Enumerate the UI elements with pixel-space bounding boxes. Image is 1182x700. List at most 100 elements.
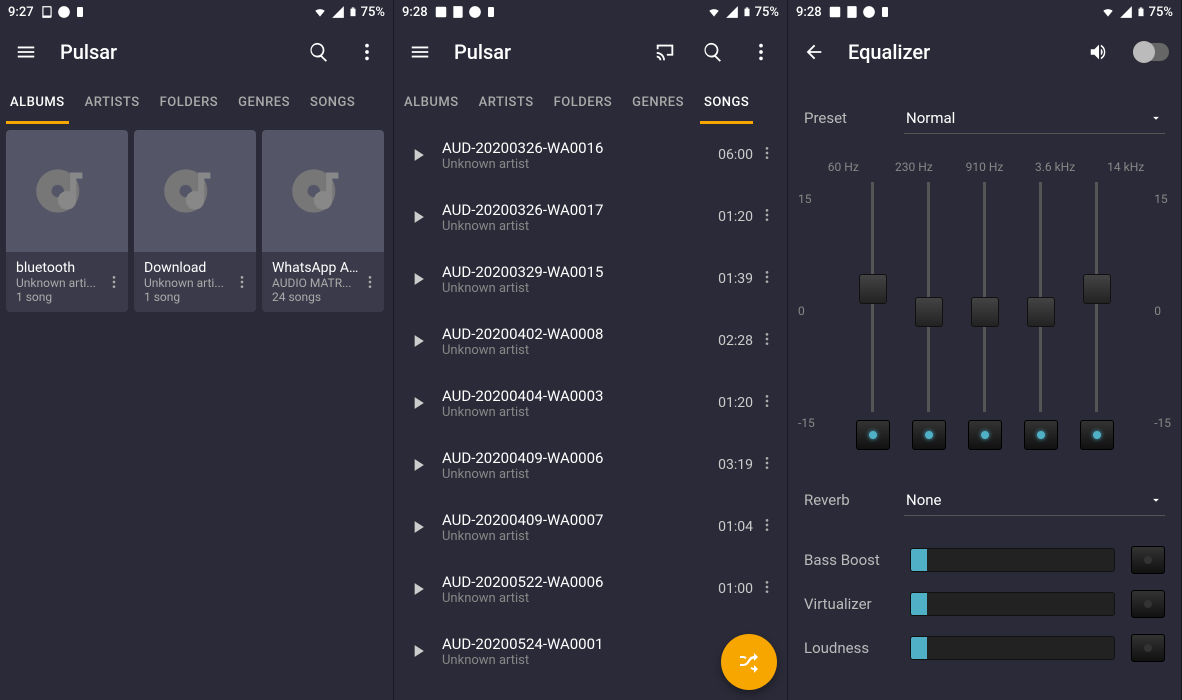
menu-button[interactable] [406, 38, 434, 66]
status-notif-icons [434, 5, 497, 19]
wifi-icon [1100, 5, 1116, 19]
eq-band-indicator[interactable] [912, 420, 946, 450]
song-row[interactable]: AUD-20200326-WA0017 Unknown artist 01:20 [394, 186, 787, 248]
album-more-button[interactable] [362, 260, 378, 304]
eq-slider[interactable] [1095, 182, 1098, 412]
eq-band [856, 182, 890, 466]
loudness-toggle[interactable] [1131, 634, 1165, 662]
chevron-down-icon [1149, 493, 1163, 507]
image-icon [828, 5, 842, 19]
album-artist: AUDIO MATR... [272, 276, 362, 290]
tab-songs[interactable]: SONGS [300, 80, 365, 124]
eq-band-indicator[interactable] [856, 420, 890, 450]
bass-boost-toggle[interactable] [1131, 546, 1165, 574]
song-more-button[interactable] [757, 145, 777, 165]
tab-bar: ALBUMS ARTISTS FOLDERS GENRES SONGS [0, 80, 393, 124]
song-more-button[interactable] [757, 269, 777, 289]
eq-slider-thumb[interactable] [859, 274, 887, 304]
menu-button[interactable] [12, 38, 40, 66]
tab-albums[interactable]: ALBUMS [394, 80, 469, 124]
song-more-button[interactable] [757, 393, 777, 413]
app-bar: Equalizer [788, 24, 1181, 80]
song-row[interactable]: AUD-20200522-WA0006 Unknown artist 01:00 [394, 558, 787, 620]
album-art [134, 130, 256, 252]
song-row[interactable]: AUD-20200329-WA0015 Unknown artist 01:39 [394, 248, 787, 310]
song-more-button[interactable] [757, 579, 777, 599]
scale-left: 150-15 [798, 182, 815, 466]
song-row[interactable]: AUD-20200404-WA0003 Unknown artist 01:20 [394, 372, 787, 434]
eq-band-indicator[interactable] [1080, 420, 1114, 450]
eq-slider[interactable] [927, 182, 930, 412]
songs-content: AUD-20200326-WA0016 Unknown artist 06:00… [394, 124, 787, 700]
albums-content: bluetooth Unknown arti... 1 song Downloa… [0, 124, 393, 700]
song-more-button[interactable] [757, 331, 777, 351]
album-count: 24 songs [272, 290, 362, 304]
preset-value: Normal [906, 109, 955, 127]
tab-artists[interactable]: ARTISTS [469, 80, 544, 124]
song-artist: Unknown artist [442, 591, 718, 606]
status-time: 9:27 [8, 5, 34, 20]
book-icon [40, 5, 54, 19]
volume-button[interactable] [1085, 38, 1113, 66]
album-card[interactable]: WhatsApp Audio AUDIO MATR... 24 songs [262, 130, 384, 312]
virtualizer-slider[interactable] [910, 592, 1115, 616]
song-row[interactable]: AUD-20200409-WA0007 Unknown artist 01:04 [394, 496, 787, 558]
song-row[interactable]: AUD-20200402-WA0008 Unknown artist 02:28 [394, 310, 787, 372]
song-more-button[interactable] [757, 455, 777, 475]
song-duration: 03:19 [718, 457, 757, 473]
album-count: 1 song [144, 290, 224, 304]
eq-slider-thumb[interactable] [1083, 274, 1111, 304]
search-button[interactable] [699, 38, 727, 66]
band-labels: 60 Hz230 Hz910 Hz3.6 kHz14 kHz [788, 160, 1181, 174]
album-name: bluetooth [16, 260, 96, 276]
eq-band-indicator[interactable] [1024, 420, 1058, 450]
shuffle-icon [737, 650, 761, 674]
eq-band-indicator[interactable] [968, 420, 1002, 450]
song-more-button[interactable] [757, 207, 777, 227]
cast-button[interactable] [651, 38, 679, 66]
tab-albums[interactable]: ALBUMS [0, 80, 75, 124]
eq-slider[interactable] [871, 182, 874, 412]
song-title: AUD-20200409-WA0006 [442, 449, 718, 467]
shuffle-fab[interactable] [721, 634, 777, 690]
song-more-button[interactable] [757, 517, 777, 537]
eq-band [912, 182, 946, 466]
more-button[interactable] [353, 38, 381, 66]
tab-genres[interactable]: GENRES [228, 80, 300, 124]
eq-slider-thumb[interactable] [1027, 297, 1055, 327]
song-artist: Unknown artist [442, 467, 718, 482]
wifi-icon [706, 5, 722, 19]
eq-slider-thumb[interactable] [915, 297, 943, 327]
song-duration: 01:04 [718, 519, 757, 535]
album-card[interactable]: Download Unknown arti... 1 song [134, 130, 256, 312]
tab-songs[interactable]: SONGS [694, 80, 759, 124]
eq-toggle[interactable] [1133, 43, 1169, 61]
song-duration: 01:39 [718, 271, 757, 287]
eq-slider[interactable] [983, 182, 986, 412]
tab-genres[interactable]: GENRES [622, 80, 694, 124]
eq-slider[interactable] [1039, 182, 1042, 412]
back-button[interactable] [800, 38, 828, 66]
status-notif-icons [828, 5, 891, 19]
album-icon [30, 154, 104, 228]
more-button[interactable] [747, 38, 775, 66]
reverb-select[interactable]: None [904, 485, 1165, 516]
bass-boost-slider[interactable] [910, 548, 1115, 572]
signal-icon [725, 5, 739, 19]
song-row[interactable]: AUD-20200409-WA0006 Unknown artist 03:19 [394, 434, 787, 496]
tab-folders[interactable]: FOLDERS [544, 80, 623, 124]
album-more-button[interactable] [234, 260, 250, 304]
tab-folders[interactable]: FOLDERS [150, 80, 229, 124]
loudness-slider[interactable] [910, 636, 1115, 660]
search-button[interactable] [305, 38, 333, 66]
tab-artists[interactable]: ARTISTS [75, 80, 150, 124]
album-card[interactable]: bluetooth Unknown arti... 1 song [6, 130, 128, 312]
preset-select[interactable]: Normal [904, 103, 1165, 134]
eq-slider-thumb[interactable] [971, 297, 999, 327]
chevron-down-icon [1149, 111, 1163, 125]
virtualizer-toggle[interactable] [1131, 590, 1165, 618]
song-row[interactable]: AUD-20200326-WA0016 Unknown artist 06:00 [394, 124, 787, 186]
album-more-button[interactable] [106, 260, 122, 304]
app-title: Equalizer [848, 40, 1065, 64]
status-time: 9:28 [796, 5, 822, 20]
